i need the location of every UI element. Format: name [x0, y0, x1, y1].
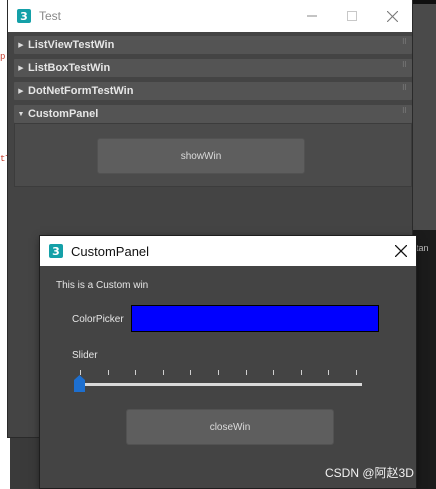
background-text-fragment: p [0, 52, 6, 62]
collapsed-triangle-icon: ▶ [18, 88, 24, 95]
custompanel-rollout-body: showWin [14, 123, 412, 187]
app-icon: 3 [17, 9, 31, 23]
background-strip [412, 0, 436, 4]
custompanel-window: 3 CustomPanel This is a Custom win Color… [40, 236, 416, 488]
grip-icon: ⠿ [401, 39, 407, 46]
close-icon [395, 245, 407, 257]
rollout-label: CustomPanel [28, 108, 99, 120]
close-icon [386, 10, 398, 22]
background-label-fragment: tan [416, 243, 429, 253]
rollout-dotnetformtestwin[interactable]: ▶ DotNetFormTestWin ⠿ [14, 82, 412, 100]
test-window-title: Test [39, 9, 62, 23]
slider-thumb[interactable] [74, 375, 85, 392]
rollout-list: ▶ ListViewTestWin ⠿ ▶ ListBoxTestWin ⠿ ▶… [14, 36, 412, 187]
grip-icon: ⠿ [401, 62, 407, 69]
rollout-listviewtestwin[interactable]: ▶ ListViewTestWin ⠿ [14, 36, 412, 54]
rollout-label: DotNetFormTestWin [28, 85, 134, 97]
colorpicker-label: ColorPicker [72, 314, 124, 325]
collapsed-triangle-icon: ▶ [18, 42, 24, 49]
slider-tick [328, 370, 330, 375]
test-window-titlebar[interactable]: 3 Test [8, 0, 412, 32]
grip-icon: ⠿ [401, 108, 407, 115]
showwin-button[interactable]: showWin [97, 138, 305, 174]
expanded-triangle-icon: ▼ [17, 110, 25, 118]
custompanel-titlebar[interactable]: 3 CustomPanel [40, 236, 416, 266]
slider-tick [162, 370, 164, 375]
slider-tick [300, 370, 302, 375]
slider-tick [107, 370, 109, 375]
close-button[interactable] [372, 0, 412, 32]
colorpicker-swatch[interactable] [131, 305, 379, 332]
rollout-label: ListViewTestWin [28, 39, 115, 51]
grip-icon: ⠿ [401, 85, 407, 92]
minimize-button[interactable] [292, 0, 332, 32]
slider-track[interactable] [82, 383, 362, 386]
slider-tick [245, 370, 247, 375]
slider-tick [218, 370, 219, 375]
collapsed-triangle-icon: ▶ [18, 65, 24, 72]
slider-tick [135, 370, 137, 375]
close-button[interactable] [386, 236, 416, 266]
maximize-icon [347, 11, 357, 21]
custom-message: This is a Custom win [56, 280, 149, 291]
custompanel-title: CustomPanel [71, 243, 150, 259]
app-icon: 3 [49, 244, 63, 258]
slider-label: Slider [72, 350, 98, 361]
rollout-label: ListBoxTestWin [28, 62, 111, 74]
minimize-icon [307, 15, 317, 17]
watermark-text: CSDN @阿赵3D [325, 466, 414, 480]
maximize-button[interactable] [332, 0, 372, 32]
rollout-listboxtestwin[interactable]: ▶ ListBoxTestWin ⠿ [14, 59, 412, 77]
slider-tick [356, 370, 357, 375]
slider-tick [190, 370, 192, 375]
rollout-custompanel[interactable]: ▼ CustomPanel ⠿ [14, 105, 412, 123]
slider-tick [273, 370, 275, 375]
closewin-button[interactable]: closeWin [126, 409, 334, 445]
